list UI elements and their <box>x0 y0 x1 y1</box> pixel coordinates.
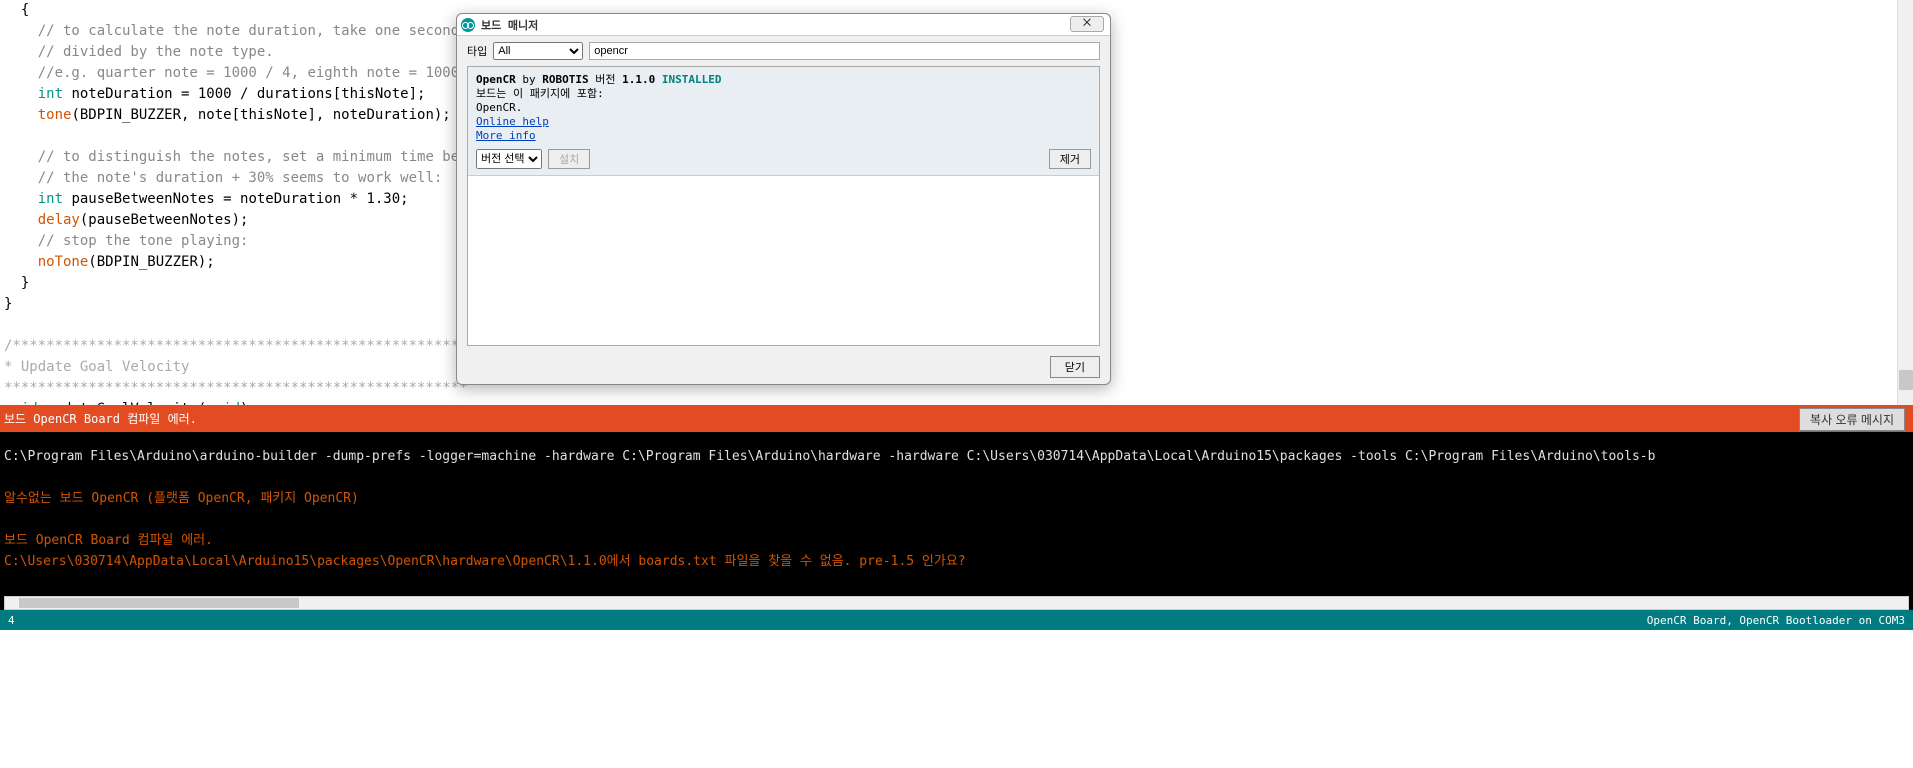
board-author: ROBOTIS <box>542 73 588 86</box>
footer-bar: 4 OpenCR Board, OpenCR Bootloader on COM… <box>0 610 1913 630</box>
board-desc-2: OpenCR. <box>476 101 1091 115</box>
board-desc-1: 보드는 이 패키지에 포함: <box>476 87 1091 101</box>
status-bar: 보드 OpenCR Board 컴파일 에러. 복사 오류 메시지 <box>0 405 1913 432</box>
dialog-filter-row: 타입 All <box>457 36 1110 66</box>
footer-right: OpenCR Board, OpenCR Bootloader on COM3 <box>1647 614 1905 627</box>
more-info-link[interactable]: More info <box>476 129 536 142</box>
editor-scrollbar[interactable] <box>1897 0 1913 405</box>
version-select[interactable]: 버전 선택 <box>476 149 542 169</box>
board-version: 1.1.0 <box>622 73 655 86</box>
console-output[interactable]: C:\Program Files\Arduino\arduino-builder… <box>0 432 1913 612</box>
arduino-icon <box>461 18 475 32</box>
board-manager-dialog: 보드 매니저 ⨉ 타입 All OpenCR by ROBOTIS 버전 1.1… <box>456 13 1111 385</box>
type-select[interactable]: All <box>493 42 583 60</box>
remove-button[interactable]: 제거 <box>1049 149 1091 169</box>
close-button[interactable]: 닫기 <box>1050 356 1100 378</box>
board-actions: 버전 선택 설치 제거 <box>476 149 1091 169</box>
scrollbar-thumb[interactable] <box>19 598 299 608</box>
status-message: 보드 OpenCR Board 컴파일 에러. <box>4 410 197 427</box>
scrollbar-thumb[interactable] <box>1899 370 1913 390</box>
footer-left: 4 <box>8 614 15 627</box>
dialog-close-button[interactable]: ⨉ <box>1070 16 1104 32</box>
copy-error-button[interactable]: 복사 오류 메시지 <box>1799 408 1905 431</box>
board-list[interactable]: OpenCR by ROBOTIS 버전 1.1.0 INSTALLED 보드는… <box>467 66 1100 346</box>
board-name: OpenCR <box>476 73 516 86</box>
filter-label: 타입 <box>467 43 487 59</box>
installed-badge: INSTALLED <box>655 73 721 86</box>
console-line: 알수없는 보드 OpenCR (플랫폼 OpenCR, 패키지 OpenCR) <box>4 488 1909 509</box>
dialog-footer: 닫기 <box>1050 356 1100 378</box>
board-entry[interactable]: OpenCR by ROBOTIS 버전 1.1.0 INSTALLED 보드는… <box>468 67 1099 176</box>
board-title-line: OpenCR by ROBOTIS 버전 1.1.0 INSTALLED <box>476 73 1091 87</box>
install-button[interactable]: 설치 <box>548 149 590 169</box>
search-input[interactable] <box>589 42 1100 60</box>
console-h-scrollbar[interactable] <box>4 596 1909 610</box>
dialog-title: 보드 매니저 <box>481 17 538 33</box>
console-line: 보드 OpenCR Board 컴파일 에러. <box>4 530 1909 551</box>
console-line: C:\Program Files\Arduino\arduino-builder… <box>4 446 1909 467</box>
console-line <box>4 509 1909 530</box>
console-line: C:\Users\030714\AppData\Local\Arduino15\… <box>4 551 1909 572</box>
dialog-titlebar[interactable]: 보드 매니저 ⨉ <box>457 14 1110 36</box>
console-line <box>4 467 1909 488</box>
online-help-link[interactable]: Online help <box>476 115 549 128</box>
